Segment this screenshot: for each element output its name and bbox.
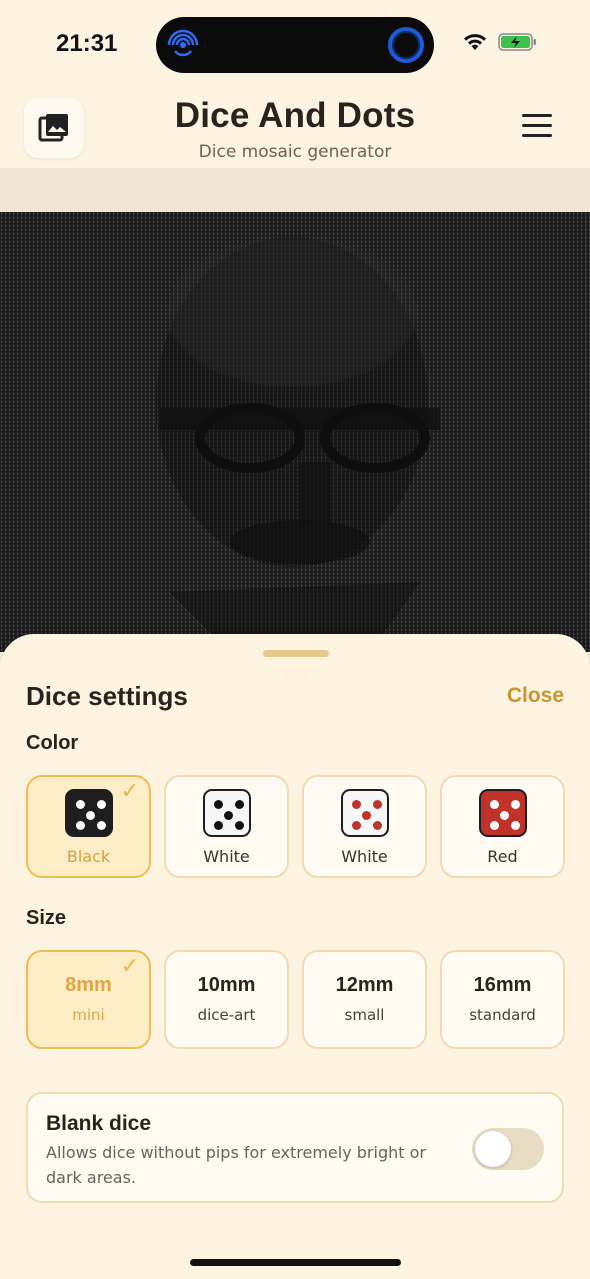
toggle-knob	[475, 1131, 511, 1167]
dynamic-island	[156, 17, 434, 73]
die-five-icon	[202, 789, 251, 837]
close-button[interactable]: Close	[507, 684, 564, 708]
size-option-desc: standard	[469, 1006, 536, 1024]
size-section-label: Size	[26, 907, 67, 929]
sheet-grabber[interactable]	[263, 650, 329, 657]
color-option-white[interactable]: White	[164, 775, 289, 878]
app-subtitle: Dice mosaic generator	[198, 142, 392, 162]
status-time: 21:31	[56, 30, 118, 57]
size-option-desc: small	[344, 1006, 385, 1024]
size-option-12mm[interactable]: 12mm small	[302, 950, 427, 1049]
size-option-value: 12mm	[335, 974, 394, 996]
size-option-16mm[interactable]: 16mm standard	[440, 950, 565, 1049]
die-five-icon	[64, 789, 113, 837]
size-options: ✓ 8mm mini 10mm dice-art 12mm small 16mm standar…	[26, 950, 565, 1049]
size-option-10mm[interactable]: 10mm dice-art	[164, 950, 289, 1049]
checkmark-icon: ✓	[120, 779, 139, 804]
activity-ring-icon	[388, 27, 424, 63]
color-option-label: Red	[487, 847, 518, 866]
wifi-icon	[464, 34, 486, 50]
color-option-label: White	[203, 847, 250, 866]
die-five-icon	[340, 789, 389, 837]
color-option-label: Black	[66, 847, 111, 866]
size-option-desc: dice-art	[197, 1006, 256, 1024]
app-header: Dice And Dots Dice mosaic generator	[0, 90, 590, 168]
mosaic-image	[0, 212, 590, 652]
color-section-label: Color	[26, 732, 79, 754]
size-option-value: 10mm	[197, 974, 256, 996]
blank-dice-toggle[interactable]	[472, 1128, 544, 1170]
color-option-white[interactable]: White	[302, 775, 427, 878]
blank-dice-setting: Blank dice Allows dice without pips for …	[26, 1092, 564, 1203]
dice-mosaic-preview	[0, 212, 590, 652]
size-option-desc: mini	[72, 1006, 105, 1024]
blank-dice-title: Blank dice	[46, 1112, 152, 1135]
color-option-red[interactable]: Red	[440, 775, 565, 878]
die-five-icon	[478, 789, 527, 837]
color-option-black[interactable]: ✓ Black	[26, 775, 151, 878]
color-option-label: White	[341, 847, 388, 866]
battery-icon	[498, 33, 536, 51]
dice-settings-sheet: Dice settings Close Color ✓ Black White Whi…	[0, 634, 590, 1279]
home-indicator[interactable]	[190, 1259, 401, 1266]
blank-dice-description: Allows dice without pips for extremely b…	[46, 1143, 426, 1187]
size-option-8mm[interactable]: ✓ 8mm mini	[26, 950, 151, 1049]
status-icons	[462, 32, 538, 52]
size-option-value: 16mm	[473, 974, 532, 996]
status-bar: 21:31	[0, 0, 590, 90]
checkmark-icon: ✓	[120, 954, 139, 979]
airdrop-icon	[167, 29, 199, 57]
sheet-title: Dice settings	[26, 681, 188, 711]
color-options: ✓ Black White White Red	[26, 775, 565, 878]
toolbar-strip	[0, 168, 590, 212]
hamburger-menu-icon[interactable]	[522, 114, 552, 138]
app-title: Dice And Dots	[174, 96, 416, 135]
